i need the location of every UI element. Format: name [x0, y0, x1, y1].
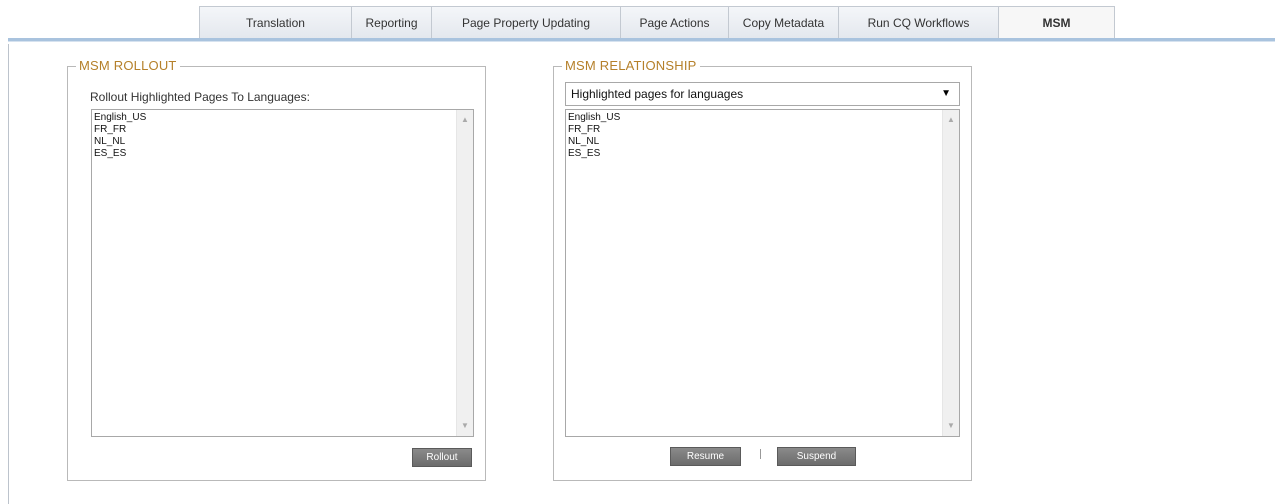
suspend-button[interactable]: Suspend — [777, 447, 856, 466]
tab-page-actions[interactable]: Page Actions — [621, 6, 729, 38]
scroll-down-icon[interactable]: ▼ — [457, 419, 473, 433]
rollout-list-scrollbar[interactable]: ▲ ▼ — [456, 110, 473, 436]
rollout-languages-label: Rollout Highlighted Pages To Languages: — [90, 90, 310, 104]
list-item[interactable]: NL_NL — [94, 136, 146, 148]
msm-rollout-panel: MSM ROLLOUT Rollout Highlighted Pages To… — [67, 58, 486, 481]
list-item[interactable]: ES_ES — [94, 148, 146, 160]
msm-rollout-legend: MSM ROLLOUT — [72, 58, 180, 73]
msm-relationship-legend: MSM RELATIONSHIP — [558, 58, 700, 73]
tab-translation[interactable]: Translation — [199, 6, 352, 38]
list-item[interactable]: FR_FR — [94, 124, 146, 136]
relationship-mode-select[interactable]: Highlighted pages for languages ▼ — [565, 82, 960, 106]
relationship-list-scrollbar[interactable]: ▲ ▼ — [942, 110, 959, 436]
rollout-language-list[interactable]: English_US FR_FR NL_NL ES_ES ▲ ▼ — [91, 109, 474, 437]
list-item[interactable]: English_US — [94, 112, 146, 124]
resume-button[interactable]: Resume — [670, 447, 741, 466]
msm-relationship-panel: MSM RELATIONSHIP Highlighted pages for l… — [553, 58, 972, 481]
rollout-button[interactable]: Rollout — [412, 448, 472, 467]
list-item[interactable]: NL_NL — [568, 136, 620, 148]
tab-reporting[interactable]: Reporting — [352, 6, 432, 38]
scroll-down-icon[interactable]: ▼ — [943, 419, 959, 433]
list-item[interactable]: English_US — [568, 112, 620, 124]
tab-run-cq-workflows[interactable]: Run CQ Workflows — [839, 6, 999, 38]
list-item[interactable]: FR_FR — [568, 124, 620, 136]
chevron-down-icon: ▼ — [941, 88, 951, 99]
relationship-mode-value: Highlighted pages for languages — [571, 87, 744, 101]
tab-strip: Translation Reporting Page Property Upda… — [199, 6, 1115, 38]
scroll-up-icon[interactable]: ▲ — [943, 113, 959, 127]
tab-msm[interactable]: MSM — [999, 6, 1115, 38]
tab-underline-highlight — [8, 41, 1275, 42]
tab-page-property-updating[interactable]: Page Property Updating — [432, 6, 621, 38]
button-separator — [760, 449, 761, 459]
scroll-up-icon[interactable]: ▲ — [457, 113, 473, 127]
relationship-language-list[interactable]: English_US FR_FR NL_NL ES_ES ▲ ▼ — [565, 109, 960, 437]
list-item[interactable]: ES_ES — [568, 148, 620, 160]
tab-copy-metadata[interactable]: Copy Metadata — [729, 6, 839, 38]
